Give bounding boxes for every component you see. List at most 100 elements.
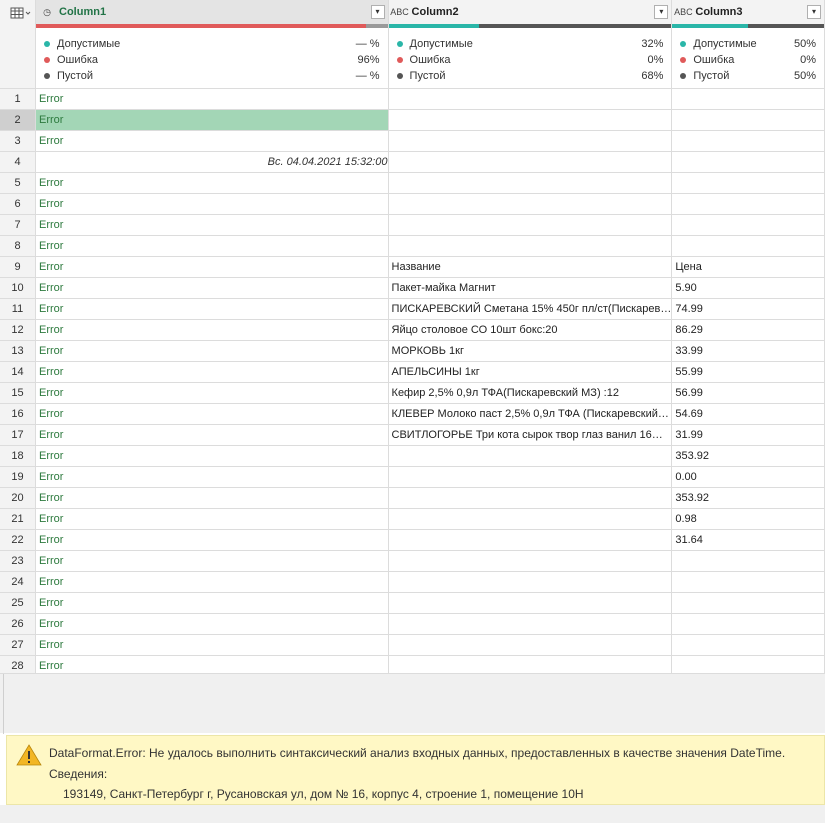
filter-dropdown-icon[interactable]: ▾: [370, 5, 385, 19]
table-cell[interactable]: [388, 655, 673, 673]
table-cell[interactable]: [388, 172, 673, 194]
row-number[interactable]: 3: [0, 130, 36, 152]
error-cell[interactable]: Error: [35, 466, 389, 488]
table-cell[interactable]: [388, 130, 673, 152]
table-row[interactable]: 3 Error: [0, 130, 825, 152]
table-cell[interactable]: [671, 235, 825, 257]
table-row[interactable]: 6 Error: [0, 193, 825, 215]
table-cell[interactable]: [671, 550, 825, 572]
table-row[interactable]: 13 Error МОРКОВЬ 1кг 33.99: [0, 340, 825, 362]
table-cell[interactable]: 54.69: [671, 403, 825, 425]
table-cell[interactable]: [388, 109, 673, 131]
table-cell[interactable]: [671, 151, 825, 173]
table-cell[interactable]: [388, 571, 673, 593]
error-cell[interactable]: Error: [35, 487, 389, 509]
table-cell[interactable]: [388, 487, 673, 509]
row-number[interactable]: 22: [0, 529, 36, 551]
table-row[interactable]: 20 Error 353.92: [0, 487, 825, 509]
table-cell[interactable]: [388, 529, 673, 551]
error-cell[interactable]: Error: [35, 613, 389, 635]
table-cell[interactable]: [671, 634, 825, 656]
table-row[interactable]: 27 Error: [0, 634, 825, 656]
datetime-cell[interactable]: Вс. 04.04.2021 15:32:00: [35, 151, 389, 173]
row-number[interactable]: 4: [0, 151, 36, 173]
table-row[interactable]: 9 Error Название Цена: [0, 256, 825, 278]
error-cell[interactable]: Error: [35, 277, 389, 299]
row-number[interactable]: 15: [0, 382, 36, 404]
table-cell[interactable]: Название: [388, 256, 673, 278]
table-cell[interactable]: [671, 130, 825, 152]
table-cell[interactable]: [671, 571, 825, 593]
text-type-icon[interactable]: ABC: [390, 4, 409, 20]
column-header-3[interactable]: ABC Column3 ▾: [671, 0, 825, 28]
table-cell[interactable]: [388, 235, 673, 257]
row-number[interactable]: 2: [0, 109, 36, 131]
error-cell[interactable]: Error: [35, 529, 389, 551]
error-cell[interactable]: Error: [35, 655, 389, 673]
error-cell[interactable]: Error: [35, 298, 389, 320]
row-number[interactable]: 20: [0, 487, 36, 509]
error-cell[interactable]: Error: [35, 634, 389, 656]
table-cell[interactable]: СВИТЛОГОРЬЕ Три кота сырок твор глаз ван…: [388, 424, 673, 446]
table-cell[interactable]: КЛЕВЕР Молоко паст 2,5% 0,9л ТФА (Пискар…: [388, 403, 673, 425]
row-number[interactable]: 21: [0, 508, 36, 530]
table-cell[interactable]: [671, 214, 825, 236]
error-cell[interactable]: Error: [35, 214, 389, 236]
error-cell[interactable]: Error: [35, 403, 389, 425]
table-row[interactable]: 18 Error 353.92: [0, 445, 825, 467]
table-cell[interactable]: 0.00: [671, 466, 825, 488]
table-cell[interactable]: 33.99: [671, 340, 825, 362]
table-row[interactable]: 16 Error КЛЕВЕР Молоко паст 2,5% 0,9л ТФА …: [0, 403, 825, 425]
table-cell[interactable]: [388, 508, 673, 530]
text-type-icon[interactable]: ABC: [674, 4, 693, 20]
table-row[interactable]: 23 Error: [0, 550, 825, 572]
column-header-1[interactable]: ◷ Column1 ▾: [35, 0, 389, 28]
row-number[interactable]: 6: [0, 193, 36, 215]
calendar-clock-icon[interactable]: ◷: [39, 4, 55, 20]
error-cell[interactable]: Error: [35, 424, 389, 446]
table-row[interactable]: 2 Error: [0, 109, 825, 131]
table-row[interactable]: 15 Error Кефир 2,5% 0,9л ТФА(Пискаревский …: [0, 382, 825, 404]
table-cell[interactable]: Кефир 2,5% 0,9л ТФА(Пискаревский МЗ) :12: [388, 382, 673, 404]
row-number[interactable]: 25: [0, 592, 36, 614]
error-cell[interactable]: Error: [35, 361, 389, 383]
row-number[interactable]: 14: [0, 361, 36, 383]
error-cell[interactable]: Error: [35, 571, 389, 593]
error-cell[interactable]: Error: [35, 130, 389, 152]
table-cell[interactable]: МОРКОВЬ 1кг: [388, 340, 673, 362]
row-number[interactable]: 8: [0, 235, 36, 257]
table-cell[interactable]: 353.92: [671, 487, 825, 509]
row-number[interactable]: 12: [0, 319, 36, 341]
table-row[interactable]: 25 Error: [0, 592, 825, 614]
error-cell[interactable]: Error: [35, 382, 389, 404]
row-number[interactable]: 18: [0, 445, 36, 467]
table-cell[interactable]: Пакет-майка Магнит: [388, 277, 673, 299]
table-cell[interactable]: Яйцо столовое СО 10шт бокс:20: [388, 319, 673, 341]
error-cell[interactable]: Error: [35, 256, 389, 278]
table-row[interactable]: 22 Error 31.64: [0, 529, 825, 551]
table-cell[interactable]: ПИСКАРЕВСКИЙ Сметана 15% 450г пл/ст(Писк…: [388, 298, 673, 320]
table-row[interactable]: 12 Error Яйцо столовое СО 10шт бокс:20 86.2…: [0, 319, 825, 341]
table-cell[interactable]: 86.29: [671, 319, 825, 341]
row-number[interactable]: 16: [0, 403, 36, 425]
table-cell[interactable]: 31.99: [671, 424, 825, 446]
row-number[interactable]: 26: [0, 613, 36, 635]
row-number[interactable]: 9: [0, 256, 36, 278]
table-row[interactable]: 17 Error СВИТЛОГОРЬЕ Три кота сырок твор г…: [0, 424, 825, 446]
error-cell[interactable]: Error: [35, 193, 389, 215]
row-number[interactable]: 10: [0, 277, 36, 299]
table-cell[interactable]: [388, 592, 673, 614]
column-header-label-2[interactable]: ABC Column2 ▾: [389, 0, 671, 24]
table-menu-button[interactable]: [0, 0, 36, 28]
row-number[interactable]: 11: [0, 298, 36, 320]
row-number[interactable]: 1: [0, 88, 36, 110]
table-row[interactable]: 28 Error: [0, 655, 825, 673]
table-cell[interactable]: Цена: [671, 256, 825, 278]
table-cell[interactable]: [388, 214, 673, 236]
error-cell[interactable]: Error: [35, 235, 389, 257]
error-cell[interactable]: Error: [35, 592, 389, 614]
row-number[interactable]: 13: [0, 340, 36, 362]
error-cell[interactable]: Error: [35, 172, 389, 194]
table-cell[interactable]: 55.99: [671, 361, 825, 383]
error-cell[interactable]: Error: [35, 340, 389, 362]
